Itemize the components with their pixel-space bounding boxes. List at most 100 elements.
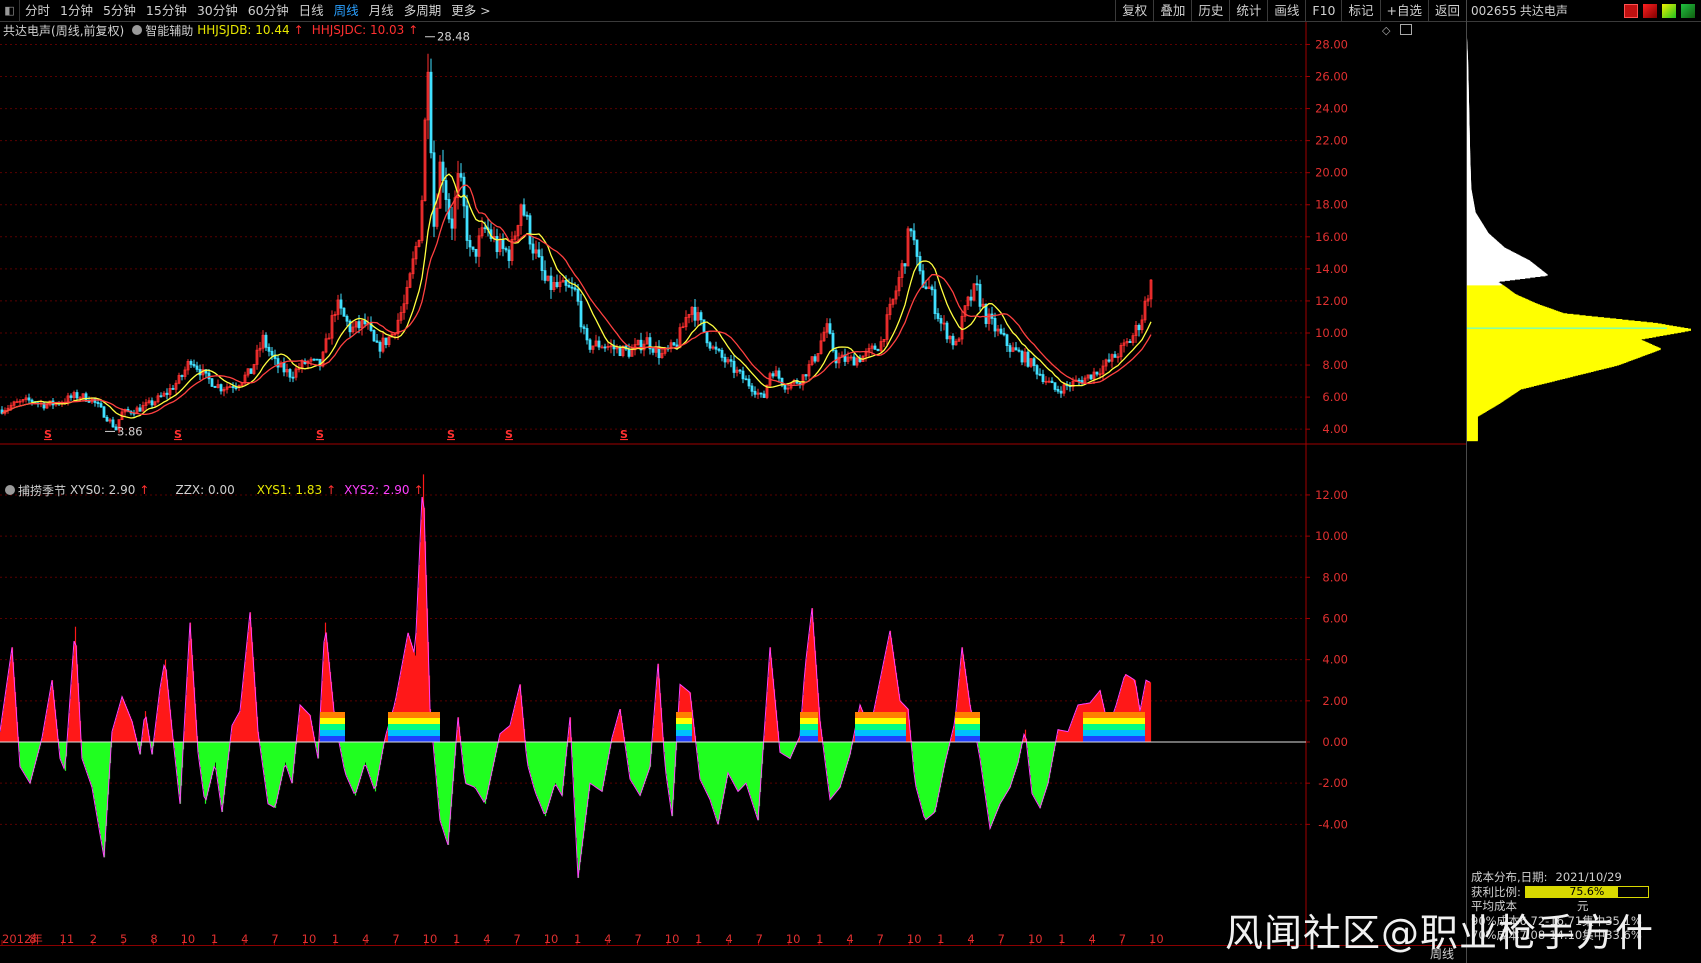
cost-date: 2021/10/29 [1555, 870, 1622, 884]
period-tab-5[interactable]: 60分钟 [243, 0, 294, 22]
candle-down [951, 335, 955, 346]
period-tab-2[interactable]: 5分钟 [98, 0, 141, 22]
period-tab-3[interactable]: 15分钟 [141, 0, 192, 22]
candle-down [171, 387, 175, 390]
price-tick-label: 4.00 [1322, 422, 1348, 436]
toolbar-button-3[interactable]: 统计 [1229, 0, 1267, 22]
diamond-icon[interactable]: ◇ [1382, 24, 1390, 37]
candle-down [543, 270, 547, 281]
candle-down [1005, 334, 1009, 346]
candle-down [1128, 341, 1132, 343]
xys2-label: XYS2: 2.90 ↑ [344, 483, 427, 497]
candle-down [312, 358, 316, 361]
indicator-toggle-icon[interactable] [5, 485, 15, 495]
rainbow-block [800, 712, 818, 718]
rainbow-block [388, 730, 440, 736]
chip-yellow-icon[interactable] [1662, 3, 1676, 18]
candle-down [729, 359, 733, 362]
candle-down [570, 286, 574, 289]
toolbar-button-1[interactable]: 叠加 [1153, 0, 1191, 22]
candle-down [315, 358, 319, 361]
hhjsjdc-label: HHJSJDC: 10.03 ↑ [312, 23, 423, 37]
toolbar-button-8[interactable]: 返回 [1427, 0, 1466, 22]
zzx-label: ZZX: 0.00 [175, 483, 235, 497]
up-arrow-icon: ↑ [408, 23, 419, 37]
x-axis-label: 11 [60, 932, 75, 945]
period-tab-4[interactable]: 30分钟 [192, 0, 243, 22]
candle-down [264, 334, 268, 348]
candle-down [714, 346, 718, 350]
toolbar-button-0[interactable]: 复权 [1115, 0, 1153, 22]
stock-name: 共达电声 [1519, 4, 1568, 18]
rainbow-block [388, 736, 440, 742]
xys1-value: XYS1: 1.83 [256, 483, 323, 497]
stock-name-label: 共达电声 [3, 23, 52, 38]
candle-down [753, 390, 757, 395]
rainbow-block [800, 736, 818, 742]
period-tabs: 分时 1分钟 5分钟 15分钟 30分钟 60分钟 日线 周线 月线 多周期 更多 > [20, 0, 496, 22]
candle-down [105, 416, 109, 422]
candle-down [75, 392, 79, 399]
window-menu-icon[interactable]: ◧ [0, 0, 20, 22]
assist-toggle-icon[interactable] [132, 25, 143, 35]
candle-down [555, 282, 559, 288]
candle-down [1137, 324, 1141, 331]
candle-down [1095, 371, 1099, 375]
toolbar-button-4[interactable]: 画线 [1267, 0, 1305, 22]
candle-down [903, 263, 907, 267]
f-book-icon[interactable] [1624, 3, 1638, 18]
candle-down [111, 419, 115, 428]
x-axis-label: 4 [241, 932, 248, 945]
panel-restore-icon[interactable] [1400, 24, 1412, 35]
candle-down [495, 235, 499, 253]
toolbar-button-2[interactable]: 历史 [1191, 0, 1229, 22]
candle-down [741, 370, 745, 380]
x-axis-label: 10 [1149, 932, 1164, 945]
period-toolbar: ◧ 分时 1分钟 5分钟 15分钟 30分钟 60分钟 日线 周线 月线 多周期 更多 > 复权 叠加… [0, 0, 1466, 22]
hhjsjdb-value: HHJSJDB: 10.44 [197, 23, 290, 37]
candle-down [1014, 347, 1018, 351]
sell-signal-marker: S [174, 428, 182, 441]
candle-down [699, 312, 703, 321]
candle-down [588, 339, 592, 350]
chip-distribution-chart [1467, 37, 1691, 442]
period-tab-10[interactable]: 更多 > [446, 0, 495, 22]
chip-red-icon[interactable] [1643, 3, 1657, 18]
sell-signal-marker: S [505, 428, 513, 441]
candle-down [1059, 390, 1063, 394]
rainbow-block [1083, 736, 1145, 742]
assist-label[interactable]: 智能辅助 [145, 22, 193, 39]
chart-action-buttons: 复权 叠加 历史 统计 画线 F10 标记 +自选 返回 [1115, 0, 1466, 22]
period-tab-6[interactable]: 日线 [294, 0, 329, 22]
candle-down [831, 332, 835, 351]
toolbar-button-7[interactable]: +自选 [1379, 0, 1428, 22]
candle-down [627, 348, 631, 357]
candle-down [1050, 380, 1054, 384]
toolbar-button-5[interactable]: F10 [1305, 0, 1341, 22]
candle-down [912, 230, 916, 241]
price-tick-label: 26.00 [1315, 70, 1348, 84]
candle-down [936, 313, 940, 319]
indicator-name[interactable]: 捕捞季节 [18, 482, 66, 499]
profit-pct: 75.6% [1569, 884, 1605, 898]
candle-down [969, 296, 973, 301]
rainbow-block [388, 724, 440, 730]
period-tab-9[interactable]: 多周期 [399, 0, 447, 22]
period-tab-7[interactable]: 周线 [329, 0, 364, 22]
chip-green-icon[interactable] [1681, 3, 1695, 18]
candle-down [567, 285, 571, 288]
candle-down [195, 365, 199, 370]
period-info-label: (周线,前复权) [51, 23, 125, 38]
rainbow-block [800, 718, 818, 724]
period-tab-8[interactable]: 月线 [364, 0, 399, 22]
period-tab-0[interactable]: 分时 [20, 0, 55, 22]
x-axis-label: 4 [483, 932, 490, 945]
toolbar-button-6[interactable]: 标记 [1341, 0, 1379, 22]
candle-down [474, 248, 478, 257]
candle-down [528, 215, 532, 245]
candle-down [372, 330, 376, 342]
rainbow-block [855, 736, 906, 742]
up-arrow-icon: ↑ [413, 483, 424, 497]
indicator-tick-label: 12.00 [1315, 488, 1348, 502]
period-tab-1[interactable]: 1分钟 [55, 0, 98, 22]
